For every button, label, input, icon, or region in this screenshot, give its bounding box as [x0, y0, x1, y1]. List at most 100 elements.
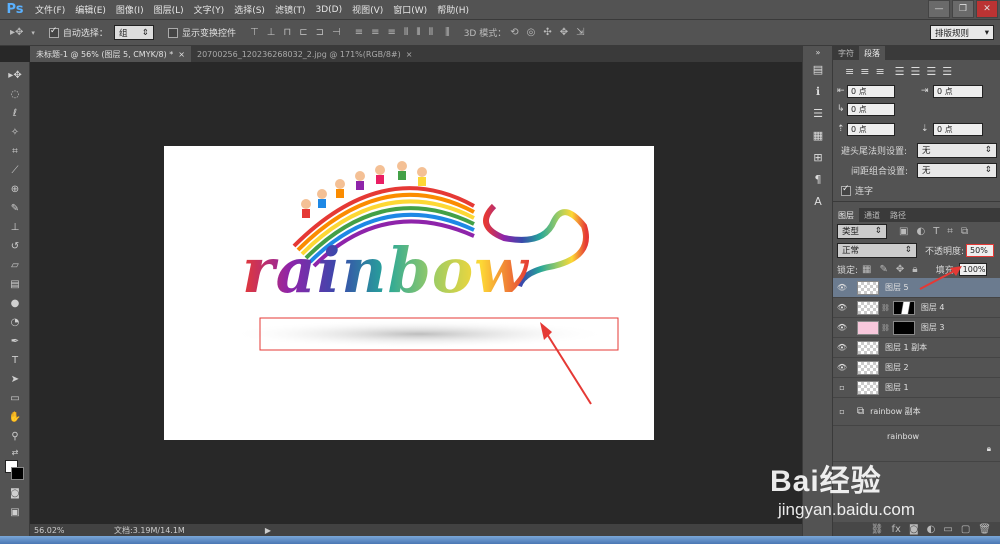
- filter-adjust-icon[interactable]: ◐: [916, 226, 925, 237]
- fx-icon[interactable]: fx: [892, 524, 901, 535]
- layer-name[interactable]: 图层 3: [921, 322, 945, 333]
- layer-row[interactable]: 👁︎ 图层 2: [833, 358, 1000, 378]
- distribute-right-icon[interactable]: ⦀: [429, 27, 433, 38]
- space-before-field[interactable]: 0 点: [847, 123, 895, 136]
- menu-window[interactable]: 窗口(W): [388, 3, 432, 16]
- lock-pixels-icon[interactable]: ▦: [862, 264, 871, 275]
- menu-layer[interactable]: 图层(L): [149, 3, 189, 16]
- menu-view[interactable]: 视图(V): [347, 3, 388, 16]
- zoom-tool-icon[interactable]: ⚲: [0, 427, 30, 446]
- play-icon[interactable]: ▶: [265, 526, 271, 535]
- marquee-tool-icon[interactable]: ◌: [0, 85, 30, 104]
- spacing-dropdown[interactable]: 无 ⇕: [917, 162, 997, 178]
- layer-row[interactable]: ▫ ⧉ rainbow 副本: [833, 398, 1000, 426]
- align-center-icon[interactable]: ≡: [860, 65, 869, 78]
- filter-smart-icon[interactable]: ⧉: [961, 226, 968, 237]
- eye-hidden-box[interactable]: ▫: [833, 407, 851, 416]
- properties-icon[interactable]: ☰: [803, 102, 833, 124]
- align-vcenter-icon[interactable]: ⊥: [267, 27, 276, 38]
- healing-brush-tool-icon[interactable]: ⊕: [0, 180, 30, 199]
- lianzi-checkbox[interactable]: [841, 184, 851, 196]
- menu-3d[interactable]: 3D(D): [310, 5, 347, 15]
- filter-type-icon[interactable]: T: [933, 226, 939, 237]
- blur-tool-icon[interactable]: ●: [0, 294, 30, 313]
- path-selection-tool-icon[interactable]: ➤: [0, 370, 30, 389]
- 3d-pan-icon[interactable]: ✣: [543, 27, 551, 38]
- layer-row[interactable]: 👁︎ ⛓ 图层 3: [833, 318, 1000, 338]
- justify-all-icon[interactable]: ☰: [942, 65, 952, 78]
- adjustments-icon[interactable]: ▦: [803, 124, 833, 146]
- filter-shape-icon[interactable]: ⌗: [947, 226, 953, 237]
- eye-icon[interactable]: 👁︎: [833, 343, 851, 352]
- type-tool-icon[interactable]: T: [0, 351, 30, 370]
- hand-tool-icon[interactable]: ✋: [0, 408, 30, 427]
- distribute-top-icon[interactable]: ≡: [355, 27, 363, 38]
- align-top-icon[interactable]: ⊤: [250, 27, 259, 38]
- distribute-vcenter-icon[interactable]: ≡: [371, 27, 379, 38]
- eye-icon[interactable]: 👁︎: [833, 283, 851, 292]
- layer-name[interactable]: 图层 1: [885, 382, 909, 393]
- menu-edit[interactable]: 编辑(E): [70, 3, 111, 16]
- layer-mask-thumbnail[interactable]: [892, 320, 915, 335]
- magic-wand-tool-icon[interactable]: ✧: [0, 123, 30, 142]
- info-icon[interactable]: ℹ: [803, 80, 833, 102]
- new-layer-icon[interactable]: ▢: [961, 524, 970, 535]
- tab-document-2[interactable]: 20700256_120236268032_2.jpg @ 171%(RGB/8…: [191, 46, 418, 62]
- layer-filter-dropdown[interactable]: 类型 ⇕: [837, 223, 887, 239]
- align-bottom-icon[interactable]: ⊓: [283, 27, 291, 38]
- color-swatches[interactable]: [0, 458, 30, 484]
- layer-row[interactable]: ▫ 图层 1: [833, 378, 1000, 398]
- workspace-dropdown[interactable]: 排版规则 ▾: [930, 25, 994, 40]
- menu-image[interactable]: 图像(I): [111, 3, 149, 16]
- align-left-icon[interactable]: ⊏: [299, 27, 307, 38]
- menu-select[interactable]: 选择(S): [229, 3, 270, 16]
- brush-tool-icon[interactable]: ✎: [0, 199, 30, 218]
- dodge-tool-icon[interactable]: ◔: [0, 313, 30, 332]
- history-icon[interactable]: ▤: [803, 58, 833, 80]
- minimize-button[interactable]: —: [928, 0, 950, 18]
- screen-mode-icon[interactable]: ▣: [0, 503, 30, 522]
- document-canvas[interactable]: rainbow: [164, 146, 654, 440]
- menu-filter[interactable]: 滤镜(T): [270, 3, 311, 16]
- chevron-down-icon[interactable]: ▾: [31, 29, 35, 37]
- layer-name[interactable]: 图层 1 副本: [885, 342, 927, 353]
- tab-channels[interactable]: 通道: [859, 208, 885, 222]
- collapse-icon[interactable]: »: [803, 46, 833, 58]
- clone-stamp-tool-icon[interactable]: ⊥: [0, 218, 30, 237]
- quick-mask-icon[interactable]: ◙: [0, 484, 30, 503]
- lock-paint-icon[interactable]: ✎: [880, 264, 888, 275]
- history-brush-tool-icon[interactable]: ↺: [0, 237, 30, 256]
- eye-icon[interactable]: 👁︎: [833, 363, 851, 372]
- menu-help[interactable]: 帮助(H): [432, 3, 474, 16]
- tab-document-1[interactable]: 未标题-1 @ 56% (图层 5, CMYK/8) * ×: [30, 46, 191, 62]
- eraser-tool-icon[interactable]: ▱: [0, 256, 30, 275]
- justify-right-icon[interactable]: ☰: [926, 65, 936, 78]
- distribute-bottom-icon[interactable]: ≡: [387, 27, 395, 38]
- menu-file[interactable]: 文件(F): [30, 3, 70, 16]
- eye-hidden-box[interactable]: ▫: [833, 383, 851, 392]
- layer-row[interactable]: 👁︎ ⛓ 图层 4: [833, 298, 1000, 318]
- link-layers-icon[interactable]: ⛓: [871, 524, 884, 535]
- tab-layers[interactable]: 图层: [833, 208, 859, 222]
- 3d-rotate-icon[interactable]: ⟲: [510, 27, 518, 38]
- move-tool-icon[interactable]: ▸✥: [0, 66, 30, 85]
- close-icon[interactable]: ×: [406, 50, 413, 59]
- eye-icon[interactable]: 👁︎: [833, 323, 851, 332]
- align-hcenter-icon[interactable]: ⊐: [316, 27, 324, 38]
- space-after-field[interactable]: 0 点: [933, 123, 983, 136]
- background-color[interactable]: [11, 467, 24, 480]
- distribute-hcenter-icon[interactable]: ⦀: [416, 27, 420, 38]
- indent-left-field[interactable]: 0 点: [847, 85, 895, 98]
- adjustment-layer-icon[interactable]: ◐: [927, 524, 936, 535]
- justify-center-icon[interactable]: ☰: [911, 65, 921, 78]
- tab-paths[interactable]: 路径: [885, 208, 911, 222]
- new-group-icon[interactable]: ▭: [943, 524, 952, 535]
- layer-name[interactable]: rainbow: [887, 432, 919, 441]
- pen-tool-icon[interactable]: ✒: [0, 332, 30, 351]
- close-button[interactable]: ✕: [976, 0, 998, 18]
- 3d-roll-icon[interactable]: ◎: [527, 27, 536, 38]
- paragraph-styles-icon[interactable]: ¶: [803, 168, 833, 190]
- lasso-tool-icon[interactable]: ℓ: [0, 104, 30, 123]
- layer-name[interactable]: 图层 4: [921, 302, 945, 313]
- zoom-level[interactable]: 56.02%: [34, 526, 84, 535]
